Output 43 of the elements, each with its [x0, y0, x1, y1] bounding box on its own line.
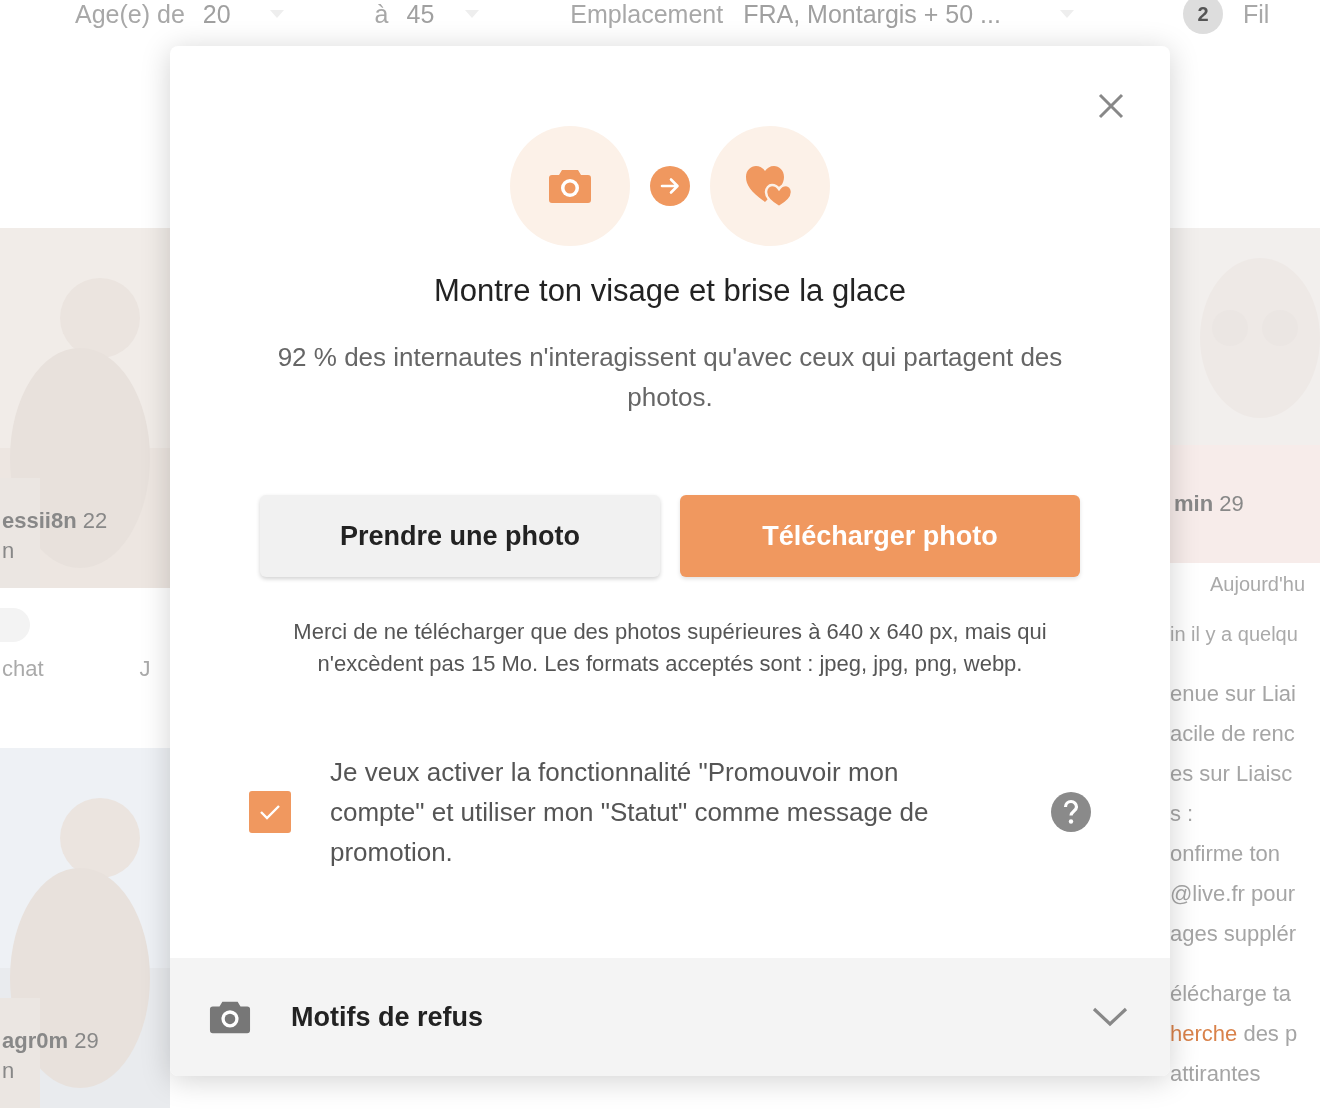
message-line: attirantes — [1170, 1060, 1261, 1088]
profile-location: n — [2, 1057, 15, 1085]
message-date: Aujourd'hu — [1210, 573, 1306, 596]
help-icon[interactable] — [1051, 792, 1091, 832]
filter-count-badge: 2 — [1182, 0, 1223, 34]
action-link[interactable]: J — [139, 656, 151, 682]
promote-label: Je veux activer la fonctionnalité "Promouvoir mon compte" et utiliser mon "Statut" comme message de promotion. — [330, 756, 930, 869]
chevron-icon[interactable] — [1092, 1007, 1128, 1027]
profile-name[interactable]: agr0m 29 — [2, 1026, 99, 1056]
message-line: s : — [1170, 800, 1194, 828]
message-line: acile de renc — [1170, 720, 1295, 748]
message-line: herche des p — [1170, 1020, 1298, 1048]
message-line: es sur Liaisc — [1170, 760, 1293, 788]
dialog-subtitle: 92 % des internautes n'interagissent qu'avec ceux qui partagent des photos. — [276, 341, 1064, 414]
profile-name[interactable]: essii8n 22 — [2, 506, 108, 536]
dialog-title: Montre ton visage et brise la glace — [433, 273, 907, 309]
refusal-reasons-header[interactable]: Motifs de refus — [170, 958, 1170, 1076]
filters-link[interactable]: Fil — [1242, 0, 1270, 29]
search-link[interactable]: herche — [1170, 1021, 1238, 1046]
location-value[interactable]: FRA, Montargis + 50 ... — [743, 0, 1001, 29]
upload-photo-button[interactable]: Télécharger photo — [680, 495, 1080, 577]
message-line: onfirme ton — [1170, 840, 1281, 868]
take-photo-button[interactable]: Prendre une photo — [260, 495, 660, 577]
filter-label: Age(e) de — [75, 0, 185, 29]
message-line: ages supplér — [1170, 920, 1296, 948]
close-icon[interactable] — [1098, 93, 1124, 119]
refusal-reasons-label: Motifs de refus — [291, 1001, 484, 1033]
promote-checkbox[interactable] — [249, 791, 291, 833]
message-line: @live.fr pour — [1170, 880, 1296, 908]
action-link[interactable]: chat — [2, 656, 44, 682]
message-line: in il y a quelqu — [1170, 622, 1298, 647]
message-line: enue sur Liai — [1170, 680, 1296, 708]
camera-icon — [209, 999, 251, 1035]
camera-icon — [548, 168, 592, 204]
upload-note: Merci de ne télécharger que des photos supérieures à 640 x 640 px, mais qui n'excèdent pas 15 Mo. Les formats acceptés sont : jpeg, jpg, png, webp. — [292, 618, 1048, 678]
profile-location: n — [2, 537, 15, 565]
filter-label: à — [374, 0, 389, 29]
profile-name[interactable]: min 29 — [1174, 491, 1244, 517]
age-max-value[interactable]: 45 — [406, 0, 435, 29]
check-icon — [259, 804, 281, 820]
age-min-value[interactable]: 20 — [202, 0, 231, 29]
filter-label: Emplacement — [570, 0, 724, 29]
message-line: élécharge ta — [1170, 980, 1292, 1008]
